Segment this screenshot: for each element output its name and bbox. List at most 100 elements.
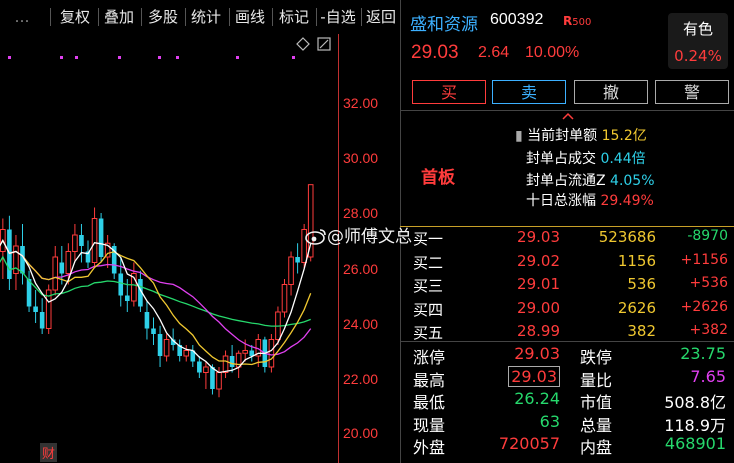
- orderbook-row[interactable]: 买一 29.03 523686 -8970: [400, 228, 734, 249]
- candle-body: [151, 328, 156, 334]
- candle: [45, 284, 52, 334]
- price-tick: 28.00: [343, 205, 379, 221]
- toolbar-overlay[interactable]: 叠加: [101, 6, 137, 28]
- candle-body: [33, 306, 38, 312]
- quote-value: 29.03: [508, 365, 560, 387]
- candle-body: [157, 334, 163, 356]
- candle: [268, 334, 275, 373]
- collapse-chevron-icon[interactable]: [560, 111, 576, 121]
- candle-body: [52, 256, 59, 291]
- quote-value: 7.65: [690, 366, 726, 386]
- quote-value: 29.03: [514, 344, 560, 363]
- candle-body: [59, 262, 65, 274]
- signal-marker: [158, 56, 161, 59]
- orderbook-change: +382: [689, 322, 728, 338]
- toolbar-more[interactable]: …: [2, 6, 42, 28]
- candle-body: [295, 257, 300, 263]
- candle: [104, 235, 111, 268]
- candle-body: [203, 366, 209, 373]
- candle: [190, 345, 196, 367]
- orderbook-volume: 1156: [617, 251, 656, 270]
- orderbook-price: 29.01: [517, 275, 560, 293]
- candlestick-chart[interactable]: [0, 34, 338, 463]
- sector-box[interactable]: 有色 0.24%: [668, 13, 728, 69]
- weibo-logo-icon: [305, 229, 326, 245]
- candle: [222, 350, 229, 378]
- candle: [39, 298, 45, 334]
- limit-row: 十日总涨幅 29.49%: [526, 193, 654, 209]
- candle: [144, 301, 150, 340]
- orderbook-price: 29.03: [517, 228, 560, 246]
- toolbar-statistics[interactable]: 统计: [187, 6, 225, 28]
- orderbook-row[interactable]: 买五 28.99 382 +382: [400, 322, 734, 343]
- quote-label: 最高: [413, 370, 446, 390]
- candle: [138, 270, 143, 312]
- toolbar-mark[interactable]: 标记: [275, 6, 313, 28]
- orderbook-change: +536: [689, 275, 728, 291]
- candle: [281, 279, 288, 318]
- price-axis-line: [338, 34, 339, 463]
- orderbook-row[interactable]: 买四 29.00 2626 +2626: [400, 299, 734, 320]
- candle-body: [197, 361, 202, 373]
- candle-body: [210, 367, 215, 389]
- candle-body: [229, 356, 235, 367]
- sell-button[interactable]: 卖: [492, 80, 566, 104]
- quote-label: 跌停: [580, 348, 613, 367]
- signal-marker: [8, 56, 11, 59]
- quote-label: 总量: [580, 415, 613, 435]
- orderbook-level: 买三: [413, 277, 444, 295]
- signal-marker: [118, 56, 121, 59]
- quote-label: 涨停: [413, 348, 446, 367]
- chart-toolbar: … 复权 叠加 多股 统计 画线 标记 -自选 返回: [0, 0, 400, 34]
- price-tick: 26.00: [343, 261, 379, 277]
- last-price: 29.03: [411, 42, 459, 63]
- quote-label: 市值: [580, 393, 613, 412]
- candle: [177, 339, 182, 362]
- candle-body: [268, 339, 275, 368]
- orderbook-row[interactable]: 买二 29.02 1156 +1156: [400, 252, 734, 273]
- quote-value: 508.8亿: [664, 393, 726, 412]
- candle-body: [79, 235, 84, 246]
- weibo-watermark: @师傅文总: [305, 222, 412, 247]
- candle-body: [222, 355, 229, 373]
- quote-label: 外盘: [413, 438, 446, 457]
- candle-body: [118, 273, 124, 296]
- toolbar-draw-line[interactable]: 画线: [232, 6, 268, 28]
- toolbar-restore-rights[interactable]: 复权: [56, 6, 94, 28]
- candle: [52, 246, 59, 296]
- limit-row: 封单占流通Z 4.05%: [526, 173, 655, 189]
- candle: [229, 345, 235, 373]
- candle-body: [98, 218, 104, 257]
- candle-body: [144, 312, 150, 329]
- first-board-badge: 首板: [421, 168, 455, 188]
- buy-button[interactable]: 买: [412, 80, 486, 104]
- orderbook-row[interactable]: 买三 29.01 536 +536: [400, 275, 734, 296]
- sector-name: 有色: [682, 20, 713, 38]
- price-tick: 32.00: [343, 95, 379, 111]
- candle-body: [288, 256, 294, 285]
- candle: [295, 243, 300, 274]
- alert-button[interactable]: 警: [655, 80, 729, 104]
- candle: [262, 336, 268, 373]
- candle: [203, 361, 209, 389]
- candle-body: [281, 284, 288, 313]
- price-change-pct: 10.00%: [525, 44, 580, 61]
- toolbar-back[interactable]: 返回: [363, 6, 399, 28]
- candle: [111, 243, 117, 279]
- candle: [157, 325, 163, 367]
- stock-tag: R500: [563, 14, 592, 28]
- candle-body: [39, 312, 45, 329]
- quote-label: 最低: [413, 393, 446, 412]
- candle: [91, 207, 98, 268]
- quote-value: 468901: [664, 434, 726, 453]
- cancel-order-button[interactable]: 撤: [574, 80, 648, 104]
- price-tick: 24.00: [343, 316, 379, 332]
- quote-value: 63: [539, 411, 560, 431]
- candle-body: [91, 218, 98, 263]
- toolbar-multi-stock[interactable]: 多股: [144, 6, 182, 28]
- candle-body: [65, 251, 72, 274]
- toolbar-add-watchlist[interactable]: -自选: [318, 6, 358, 28]
- quote-value: 26.24: [514, 389, 560, 408]
- orderbook-volume: 2626: [617, 298, 656, 317]
- candle-body: [216, 372, 222, 390]
